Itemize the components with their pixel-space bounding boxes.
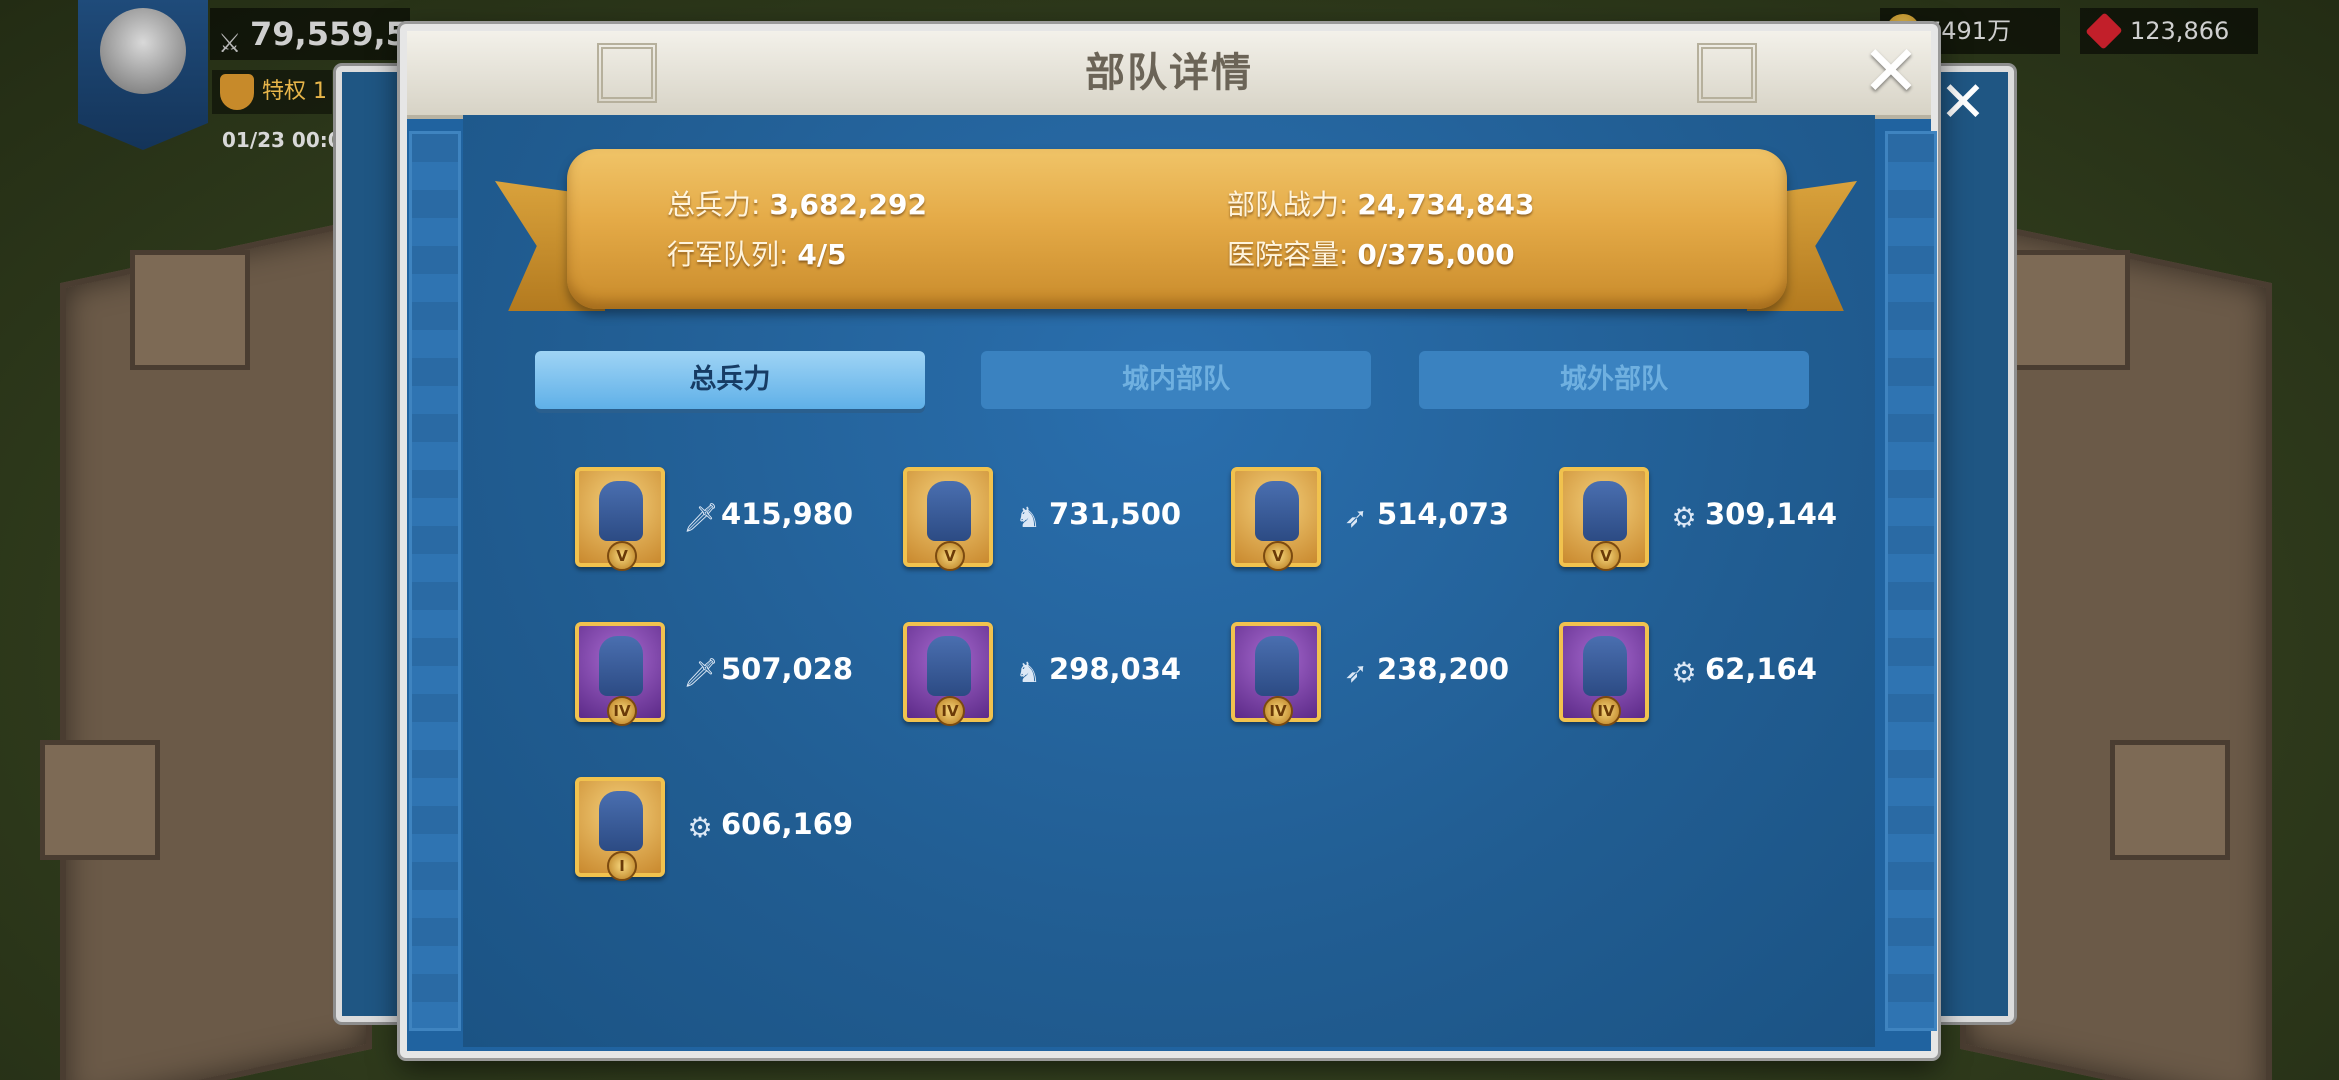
soldier-figure-icon: [927, 636, 971, 696]
total-troops-label: 总兵力:: [667, 188, 761, 221]
unit-portrait[interactable]: IV: [1559, 622, 1649, 726]
vip-badge[interactable]: 特权 1: [212, 70, 332, 114]
unit-count: 62,164: [1705, 652, 1817, 686]
bow-icon: ➶: [1344, 656, 1368, 689]
tab-outside-city[interactable]: 城外部队: [1419, 351, 1809, 409]
background-close-icon[interactable]: ✕: [1938, 75, 1988, 131]
tier-badge: V: [1591, 541, 1621, 571]
soldier-figure-icon: [1255, 481, 1299, 541]
bow-icon: ➶: [1344, 501, 1368, 534]
gem-resource[interactable]: 123,866: [2080, 8, 2258, 54]
wall-tower: [2010, 250, 2130, 370]
unit-portrait[interactable]: V: [1231, 467, 1321, 571]
unit-card[interactable]: V ➶ 514,073: [1231, 467, 1551, 577]
event-date: 01/23 00:0: [222, 128, 342, 152]
unit-card[interactable]: V ♞ 731,500: [903, 467, 1223, 577]
unit-count: 298,034: [1049, 652, 1182, 686]
unit-portrait[interactable]: IV: [575, 622, 665, 726]
unit-card[interactable]: IV ♞ 298,034: [903, 622, 1223, 732]
greek-key-border: [409, 131, 461, 1031]
player-power[interactable]: ⚔ 79,559,5: [210, 8, 410, 60]
unit-card[interactable]: IV ➶ 238,200: [1231, 622, 1551, 732]
hospital-label: 医院容量:: [1227, 238, 1349, 271]
horse-icon: ♞: [1015, 501, 1041, 534]
total-troops-stat: 总兵力: 3,682,292: [667, 183, 927, 223]
march-queue-stat: 行军队列: 4/5: [667, 233, 847, 273]
tier-badge: V: [935, 541, 965, 571]
wall-tower: [130, 250, 250, 370]
unit-card[interactable]: IV 🗡 507,028: [575, 622, 895, 732]
gold-value: 7491万: [1926, 17, 2012, 45]
horse-icon: ♞: [1015, 656, 1041, 689]
troop-power-value: 24,734,843: [1357, 188, 1535, 221]
troop-power-label: 部队战力:: [1227, 188, 1349, 221]
tab-total-troops[interactable]: 总兵力: [535, 351, 925, 409]
march-queue-value: 4/5: [797, 238, 847, 271]
soldier-figure-icon: [1583, 481, 1627, 541]
tier-badge: IV: [935, 696, 965, 726]
tier-badge: IV: [607, 696, 637, 726]
greek-key-border: [1885, 131, 1937, 1031]
unit-card[interactable]: V 🗡 415,980: [575, 467, 895, 577]
tier-badge: V: [607, 541, 637, 571]
unit-count: 606,169: [721, 807, 854, 841]
dialog-title: 部队详情: [1085, 50, 1253, 96]
close-icon: ✕: [1861, 30, 1921, 112]
unit-card[interactable]: IV ⚙ 62,164: [1559, 622, 1879, 732]
unit-portrait[interactable]: I: [575, 777, 665, 881]
power-value: 79,559,5: [250, 15, 408, 53]
unit-count: 415,980: [721, 497, 854, 531]
unit-count: 731,500: [1049, 497, 1182, 531]
march-queue-label: 行军队列:: [667, 238, 789, 271]
soldier-figure-icon: [599, 636, 643, 696]
stats-ribbon: 总兵力: 3,682,292 行军队列: 4/5 部队战力: 24,734,84…: [567, 149, 1787, 309]
wall-tower: [40, 740, 160, 860]
wall-tower: [2110, 740, 2230, 860]
soldier-figure-icon: [1583, 636, 1627, 696]
unit-portrait[interactable]: V: [575, 467, 665, 571]
soldier-figure-icon: [599, 791, 643, 851]
close-button[interactable]: ✕: [1857, 36, 1925, 106]
vip-label: 特权 1: [262, 79, 327, 104]
troop-details-dialog: 部队详情 ✕ 总兵力: 3,682,292 行军队列: 4/5 部队战力: 24…: [400, 24, 1938, 1058]
unit-count: 238,200: [1377, 652, 1510, 686]
unit-count: 514,073: [1377, 497, 1510, 531]
soldier-figure-icon: [927, 481, 971, 541]
unit-portrait[interactable]: IV: [903, 622, 993, 726]
sword-icon: 🗡: [683, 501, 719, 534]
troop-power-stat: 部队战力: 24,734,843: [1227, 183, 1534, 223]
sword-icon: 🗡: [683, 656, 719, 689]
gem-icon: [2085, 12, 2123, 50]
soldier-figure-icon: [599, 481, 643, 541]
tier-badge: V: [1263, 541, 1293, 571]
catapult-icon: ⚙: [1671, 501, 1697, 534]
gem-value: 123,866: [2130, 17, 2230, 45]
unit-count: 309,144: [1705, 497, 1838, 531]
unit-portrait[interactable]: V: [903, 467, 993, 571]
hospital-capacity-stat: 医院容量: 0/375,000: [1227, 233, 1515, 273]
unit-portrait[interactable]: V: [1559, 467, 1649, 571]
total-troops-value: 3,682,292: [769, 188, 927, 221]
unit-count: 507,028: [721, 652, 854, 686]
dialog-header: 部队详情 ✕: [407, 31, 1931, 119]
shield-icon: [220, 74, 254, 110]
tier-badge: I: [607, 851, 637, 881]
tier-badge: IV: [1591, 696, 1621, 726]
hospital-value: 0/375,000: [1357, 238, 1515, 271]
player-avatar[interactable]: [78, 0, 208, 150]
tab-in-city[interactable]: 城内部队: [981, 351, 1371, 409]
sword-icon: ⚔: [218, 29, 242, 59]
unit-card[interactable]: I ⚙ 606,169: [575, 777, 895, 887]
soldier-figure-icon: [1255, 636, 1299, 696]
catapult-icon: ⚙: [687, 811, 713, 844]
unit-card[interactable]: V ⚙ 309,144: [1559, 467, 1879, 577]
tier-badge: IV: [1263, 696, 1293, 726]
avatar-face: [100, 8, 186, 94]
unit-portrait[interactable]: IV: [1231, 622, 1321, 726]
catapult-icon: ⚙: [1671, 656, 1697, 689]
